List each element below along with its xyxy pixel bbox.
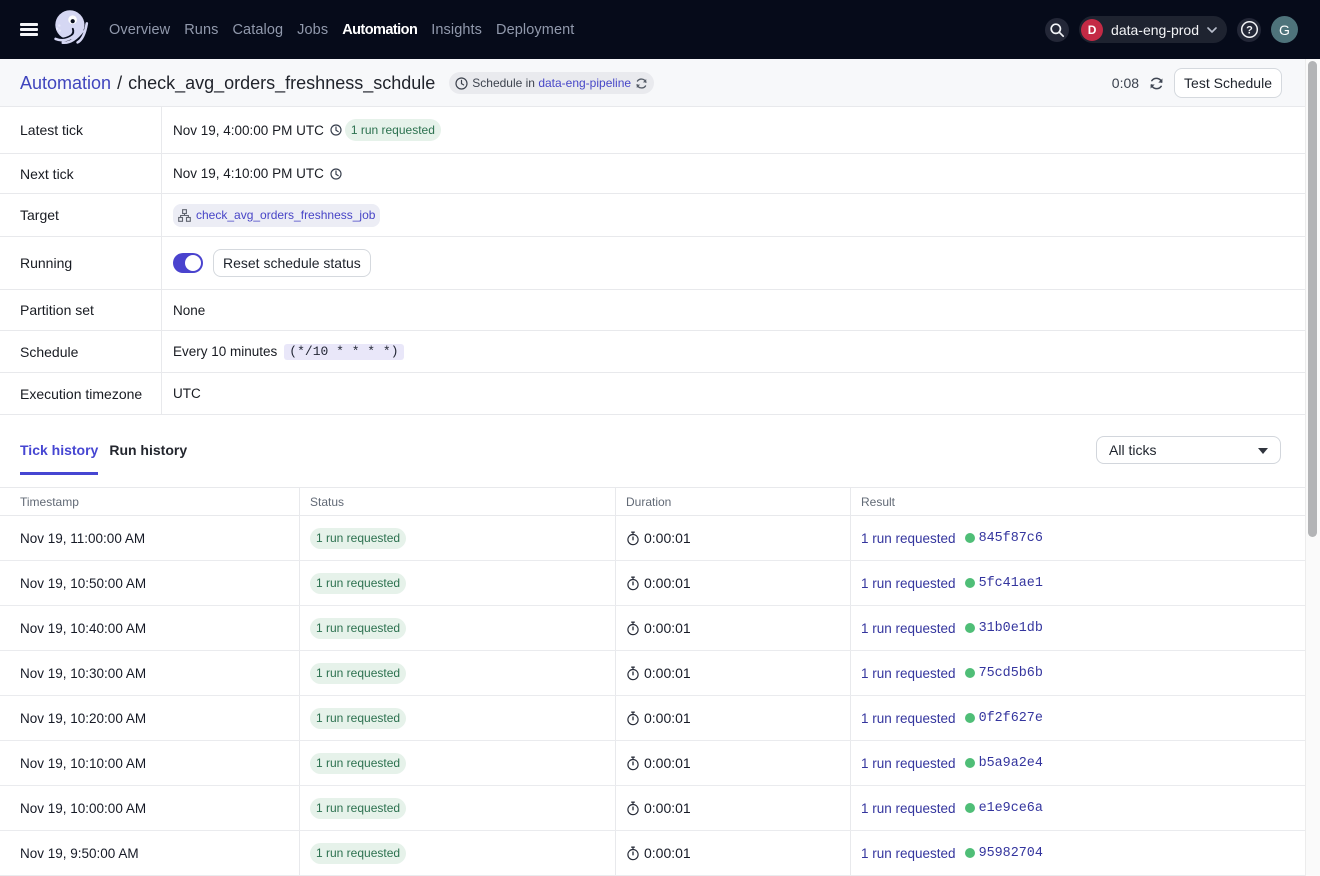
svg-text:?: ? xyxy=(1246,24,1253,36)
